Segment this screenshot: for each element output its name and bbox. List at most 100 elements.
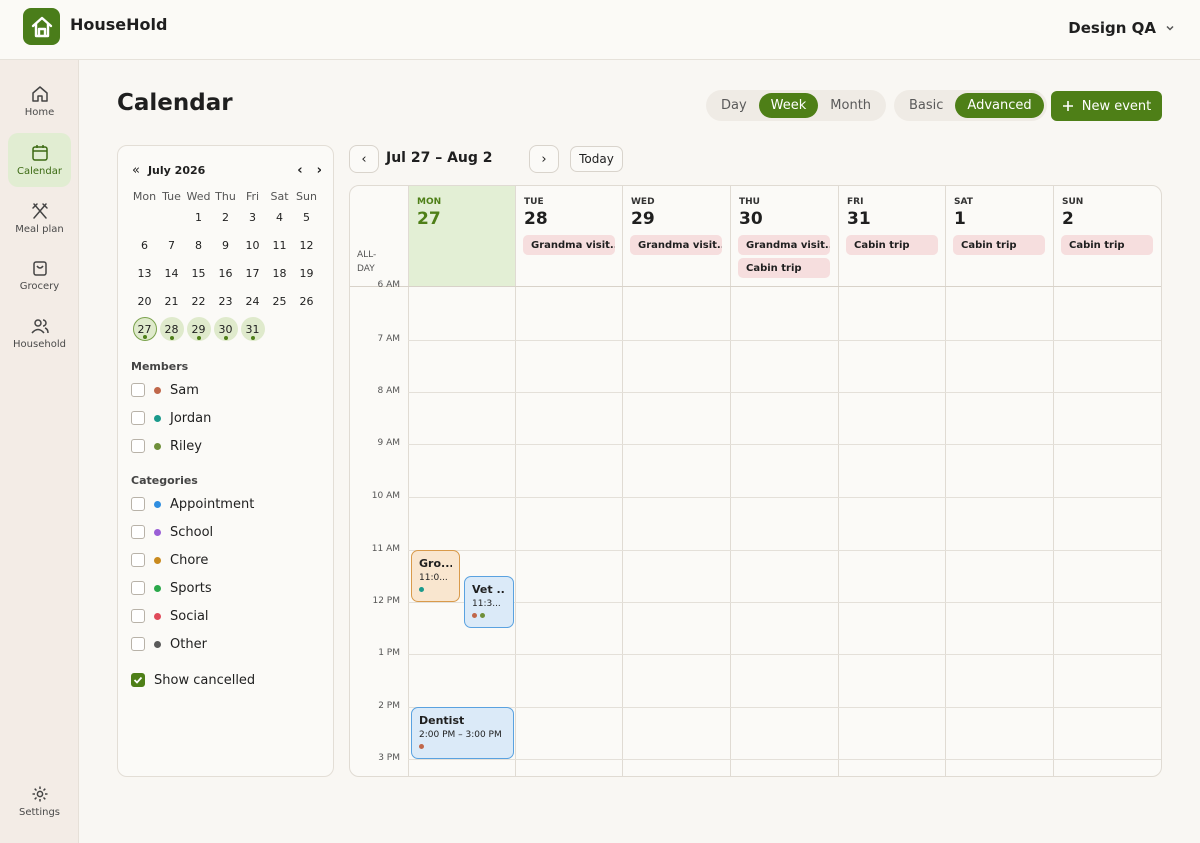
mini-calendar-day[interactable]: 23 <box>219 295 233 308</box>
nav-item-settings[interactable]: Settings <box>8 774 71 828</box>
prev-week-button[interactable]: ‹ <box>349 145 379 173</box>
mini-calendar-day[interactable]: 31 <box>240 317 265 341</box>
filter-chore[interactable]: Chore <box>131 550 208 570</box>
filter-sports[interactable]: Sports <box>131 578 212 598</box>
filter-school[interactable]: School <box>131 522 213 542</box>
mini-calendar-day[interactable]: 4 <box>276 211 283 224</box>
mini-calendar-day[interactable]: 21 <box>165 295 179 308</box>
all-day-event[interactable]: Grandma visit... <box>738 235 830 255</box>
mini-calendar-day[interactable]: 26 <box>300 295 314 308</box>
filter-jordan[interactable]: Jordan <box>131 408 211 428</box>
mini-calendar-day[interactable]: 24 <box>246 295 260 308</box>
mini-calendar-day[interactable]: 8 <box>195 239 202 252</box>
day-header-wed[interactable]: WED 29 Grandma visit... <box>622 186 730 286</box>
timed-event[interactable]: Gro... 11:0... <box>411 550 460 602</box>
checkbox[interactable] <box>131 525 145 539</box>
view-month[interactable]: Month <box>818 93 883 118</box>
mini-calendar-day[interactable]: 11 <box>273 239 287 252</box>
mini-calendar-day[interactable]: 12 <box>300 239 314 252</box>
mini-calendar-day[interactable]: 27 <box>132 317 157 341</box>
prev-month-icon[interactable]: ‹ <box>297 163 302 178</box>
checkbox[interactable] <box>131 581 145 595</box>
event-dot <box>250 336 255 340</box>
mini-calendar-day[interactable]: 29 <box>186 317 211 341</box>
day-header-mon[interactable]: MON 27 <box>408 186 516 286</box>
timed-event[interactable]: Vet ... 11:3... <box>464 576 514 628</box>
day-column[interactable] <box>945 287 1052 776</box>
day-column[interactable] <box>1053 287 1160 776</box>
filter-other[interactable]: Other <box>131 634 207 654</box>
view-week[interactable]: Week <box>758 93 819 118</box>
checkbox[interactable] <box>131 553 145 567</box>
mini-calendar-day[interactable]: 10 <box>246 239 260 252</box>
mini-calendar-day[interactable]: 13 <box>138 267 152 280</box>
day-column[interactable] <box>515 287 622 776</box>
all-day-event[interactable]: Grandma visit... <box>523 235 615 255</box>
mini-calendar-day[interactable]: 19 <box>300 267 314 280</box>
event-dot <box>196 336 201 340</box>
day-header-tue[interactable]: TUE 28 Grandma visit... <box>515 186 623 286</box>
mini-calendar-day[interactable]: 15 <box>192 267 206 280</box>
day-header-sat[interactable]: SAT 1 Cabin trip <box>945 186 1053 286</box>
mini-calendar-day[interactable]: 2 <box>222 211 229 224</box>
checkbox-checked[interactable] <box>131 673 145 687</box>
mode-basic[interactable]: Basic <box>897 93 955 118</box>
mini-calendar-day[interactable]: 25 <box>273 295 287 308</box>
new-event-button[interactable]: New event <box>1051 91 1162 121</box>
mini-calendar-day[interactable]: 9 <box>222 239 229 252</box>
checkbox[interactable] <box>131 383 145 397</box>
checkbox[interactable] <box>131 439 145 453</box>
mini-calendar-cell: 5 <box>293 211 320 224</box>
mini-calendar-day[interactable]: 20 <box>138 295 152 308</box>
all-day-event[interactable]: Grandma visit... <box>630 235 722 255</box>
mini-calendar-day[interactable]: 17 <box>246 267 260 280</box>
nav-item-grocery[interactable]: Grocery <box>8 248 71 302</box>
nav-item-household[interactable]: Household <box>8 306 71 360</box>
filter-social[interactable]: Social <box>131 606 209 626</box>
account-menu[interactable]: Design QA <box>1068 19 1176 37</box>
day-column[interactable] <box>622 287 729 776</box>
mini-calendar-day[interactable]: 14 <box>165 267 179 280</box>
all-day-event[interactable]: Cabin trip <box>738 258 830 278</box>
day-header-thu[interactable]: THU 30 Grandma visit... Cabin trip <box>730 186 838 286</box>
shopping-bag-icon <box>32 261 47 276</box>
checkbox[interactable] <box>131 411 145 425</box>
filter-sam[interactable]: Sam <box>131 380 199 400</box>
mini-calendar-day[interactable]: 3 <box>249 211 256 224</box>
mini-calendar-cell: 8 <box>185 239 212 252</box>
nav-item-meal-plan[interactable]: Meal plan <box>8 191 71 245</box>
day-column[interactable] <box>408 287 515 776</box>
mini-calendar-day[interactable]: 7 <box>168 239 175 252</box>
nav-item-calendar[interactable]: Calendar <box>8 133 71 187</box>
mini-calendar-day[interactable]: 18 <box>273 267 287 280</box>
checkbox[interactable] <box>131 497 145 511</box>
next-week-button[interactable]: › <box>529 145 559 173</box>
prev-year-icon[interactable]: « <box>132 163 140 178</box>
day-header-sun[interactable]: SUN 2 Cabin trip <box>1053 186 1161 286</box>
checkbox[interactable] <box>131 609 145 623</box>
mini-calendar-day[interactable]: 28 <box>159 317 184 341</box>
mini-calendar-day[interactable]: 22 <box>192 295 206 308</box>
mini-calendar-day[interactable]: 6 <box>141 239 148 252</box>
all-day-event[interactable]: Cabin trip <box>953 235 1045 255</box>
view-day[interactable]: Day <box>709 93 759 118</box>
all-day-event[interactable]: Cabin trip <box>1061 235 1153 255</box>
all-day-event[interactable]: Cabin trip <box>846 235 938 255</box>
day-header-fri[interactable]: FRI 31 Cabin trip <box>838 186 946 286</box>
mini-calendar-day[interactable]: 30 <box>213 317 238 341</box>
checkbox[interactable] <box>131 637 145 651</box>
today-button[interactable]: Today <box>570 146 623 172</box>
nav-item-home[interactable]: Home <box>8 74 71 128</box>
mode-advanced[interactable]: Advanced <box>955 93 1044 118</box>
filter-riley[interactable]: Riley <box>131 436 202 456</box>
filter-appointment[interactable]: Appointment <box>131 494 254 514</box>
show-cancelled-toggle[interactable]: Show cancelled <box>131 670 255 690</box>
timed-event[interactable]: Dentist 2:00 PM – 3:00 PM <box>411 707 514 759</box>
mini-calendar-day[interactable]: 5 <box>303 211 310 224</box>
day-column[interactable] <box>838 287 945 776</box>
mini-calendar-day[interactable]: 16 <box>219 267 233 280</box>
day-column[interactable] <box>730 287 837 776</box>
mini-calendar-day[interactable]: 1 <box>195 211 202 224</box>
next-month-icon[interactable]: › <box>317 163 322 178</box>
app-logo[interactable] <box>23 8 60 45</box>
